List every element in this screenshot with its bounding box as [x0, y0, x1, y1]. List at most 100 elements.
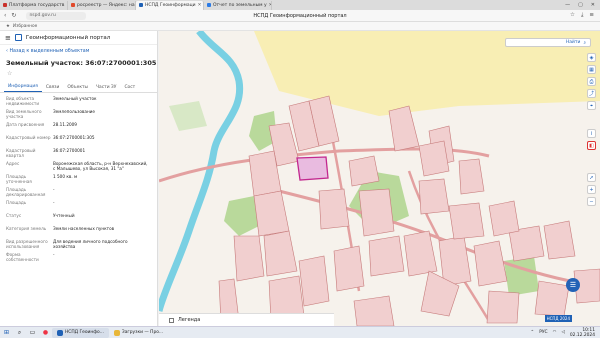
close-icon[interactable]: ✕	[269, 3, 271, 8]
object-info-panel: ≡ Геоинформационный портал ‹ Назад к выд…	[0, 31, 158, 326]
attribute-value: 28.11.2009	[53, 122, 77, 128]
attribute-key: Площадь декларированная	[6, 187, 46, 197]
browser-tab[interactable]: Отчет по земельным у✕	[204, 0, 272, 10]
attribute-value: Учтенный	[53, 213, 75, 219]
page-title: НСПД Геоинформационный портал	[253, 12, 347, 19]
browser-tab-bar: Платформа государств✕ росреестр — Яндекс…	[0, 0, 600, 10]
attribute-value: Земельный участок	[53, 96, 97, 102]
basemap-icon[interactable]: ▦	[587, 65, 596, 74]
star-icon: ★	[6, 23, 10, 29]
hamburger-icon[interactable]: ≡	[5, 34, 11, 42]
favorite-star-icon[interactable]: ☆	[0, 67, 157, 77]
volume-icon[interactable]: ◁	[561, 330, 564, 335]
locate-icon[interactable]: ➚	[587, 173, 596, 182]
folder-icon	[113, 329, 120, 336]
attribute-key: Категория земель	[6, 226, 47, 231]
task-view-icon[interactable]: ▭	[28, 328, 37, 337]
attribute-value: -	[53, 187, 55, 193]
address-bar: ‹ ↻ nspd.gov.ru НСПД Геоинформационный п…	[0, 10, 600, 22]
attribute-key: Вид земельного участка	[6, 109, 42, 119]
start-icon[interactable]: ⊞	[2, 328, 11, 337]
forest-patch	[504, 256, 539, 296]
attribute-row: Кадастровый номер 36:07:2700001:305	[6, 135, 151, 146]
taskbar-app-browser[interactable]: НСПД Геоинфо...	[52, 327, 109, 338]
attribute-row: Статус Учтенный	[6, 213, 151, 224]
attribute-value: -	[53, 200, 55, 206]
attribute-value: Для ведения личного подсобного хозяйства	[53, 239, 128, 250]
tab-favicon	[139, 3, 143, 7]
print-icon[interactable]: ⎙	[587, 77, 596, 86]
search-icon[interactable]: ⌕	[583, 40, 586, 46]
browser-tab[interactable]: росреестр — Яндекс: на✕	[68, 0, 136, 10]
os-taskbar: ⊞ ⌕ ▭ ● НСПД Геоинфо... Загрузки — Про..…	[0, 326, 600, 338]
selected-parcel	[296, 156, 329, 181]
map-search-field[interactable]: Найти ⌕	[505, 38, 591, 47]
attribute-key: Кадастровый квартал	[6, 148, 36, 158]
info-icon[interactable]: i	[587, 129, 596, 138]
lang-indicator[interactable]: РУС	[539, 330, 547, 335]
bookmarks-label[interactable]: Избранное	[13, 24, 37, 29]
taskbar-app-explorer[interactable]: Загрузки — Про...	[109, 328, 168, 338]
attribute-value: Землепользование	[53, 109, 95, 115]
clock[interactable]: 10:11 02.12.2024	[570, 328, 595, 338]
search-icon[interactable]: ⌕	[15, 328, 24, 337]
panel-header: ≡ Геоинформационный портал	[0, 31, 157, 45]
map-canvas[interactable]	[159, 31, 600, 326]
attribute-value: Воронежская область, р-н Верхнехавский, …	[53, 161, 148, 172]
tab-favicon	[71, 3, 75, 7]
attribute-row: Вид разрешенного использования Для ведени…	[6, 239, 151, 250]
yandex-browser-icon[interactable]: ●	[41, 328, 50, 337]
attribute-key: Площадь	[6, 200, 27, 205]
tab-info[interactable]: Информация	[4, 84, 42, 92]
attribute-row: Форма собственности -	[6, 252, 151, 263]
attribute-value: 1 500 кв. м	[53, 174, 78, 180]
legend-bar[interactable]: Легенда	[159, 313, 334, 326]
attribute-row: Площадь -	[6, 200, 151, 211]
scale-label: НСПД 2024	[544, 315, 572, 322]
minimize-button[interactable]: —	[565, 2, 570, 8]
attribute-row: Адрес Воронежская область, р-н Верхнехавс…	[6, 161, 151, 172]
selection-tool-icon[interactable]: ◧	[587, 141, 596, 150]
portal-logo-icon	[14, 34, 22, 41]
map-view[interactable]: Найти ⌕ ◈ ▦ ⎙ ⤴ ⌖ i ◧ ➚ + − ☰ НСПД 2024 …	[159, 31, 600, 326]
legend-checkbox[interactable]	[169, 317, 174, 323]
browser-tab-active[interactable]: НСПД Геоинформаци ✕	[136, 0, 204, 10]
stack-icon: ☰	[569, 281, 577, 289]
attribute-value: Земли населенных пунктов	[53, 226, 115, 232]
attribute-row: Вид земельного участка Землепользование	[6, 109, 151, 120]
attributes-list: Вид объекта недвижимости Земельный участо…	[0, 93, 157, 263]
search-label: Найти	[565, 40, 581, 45]
object-title: Земельный участок: 36:07:2700001:305	[6, 59, 157, 67]
close-icon[interactable]: ✕	[198, 3, 202, 8]
wifi-icon[interactable]: ◠	[553, 330, 557, 335]
tab-favicon	[3, 3, 7, 7]
attribute-key: Площадь уточненная	[6, 174, 32, 184]
attribute-key: Дата присвоения	[6, 122, 45, 127]
tab-parts[interactable]: Части ЗУ	[92, 85, 120, 92]
legend-label: Легенда	[178, 317, 201, 323]
browser-tab[interactable]: Платформа государств✕	[0, 0, 68, 10]
tab-state[interactable]: Сост	[120, 85, 139, 92]
attribute-row: Дата присвоения 28.11.2009	[6, 122, 151, 133]
maximize-button[interactable]: ▢	[578, 2, 583, 8]
map-menu-button[interactable]: ☰	[566, 278, 580, 292]
close-window-button[interactable]: ✕	[591, 2, 595, 8]
portal-title: Геоинформационный портал	[25, 34, 111, 41]
tab-objects[interactable]: Объекты	[63, 85, 92, 92]
app-icon	[57, 329, 63, 336]
attribute-row: Вид объекта недвижимости Земельный участо…	[6, 96, 151, 107]
tab-links[interactable]: Связи	[42, 85, 63, 92]
attribute-value: 36:07:2700001	[53, 148, 86, 154]
zoom-out-icon[interactable]: −	[587, 197, 596, 206]
share-icon[interactable]: ⤴	[587, 89, 596, 98]
back-link[interactable]: ‹ Назад к выделенным объектам	[0, 45, 157, 54]
attribute-key: Адрес	[6, 161, 20, 166]
attribute-row: Категория земель Земли населенных пунктов	[6, 226, 151, 237]
map-tools: ◈ ▦ ⎙ ⤴ ⌖ i ◧ ➚ + −	[587, 53, 596, 206]
clock-date: 02.12.2024	[569, 332, 595, 338]
zoom-in-icon[interactable]: +	[587, 185, 596, 194]
measure-icon[interactable]: ⌖	[587, 101, 596, 110]
chevron-up-icon[interactable]: ⌃	[531, 330, 535, 335]
layers-icon[interactable]: ◈	[587, 53, 596, 62]
attribute-value: -	[53, 252, 55, 258]
